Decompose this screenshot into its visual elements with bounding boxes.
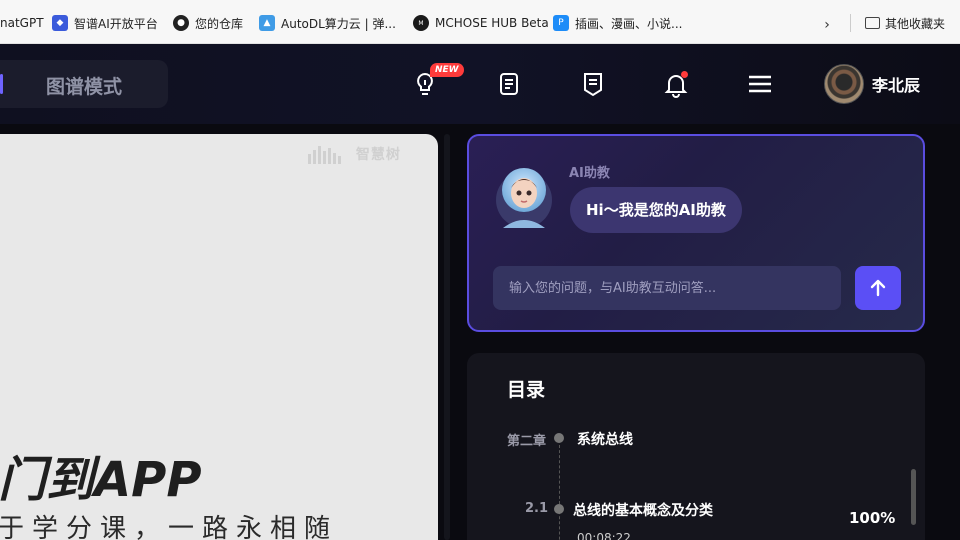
bookmark-shield-icon[interactable]	[578, 69, 608, 99]
watermark: 智慧树	[308, 144, 401, 164]
zhipu-icon: ◆	[52, 15, 68, 31]
bookmark-autodl[interactable]: ▲ AutoDL算力云 | 弹...	[259, 13, 396, 33]
mchose-icon: M	[413, 15, 429, 31]
graph-mode-tab[interactable]: 图谱模式	[0, 60, 168, 108]
tab-indicator	[0, 74, 3, 94]
user-name[interactable]: 李北辰	[872, 72, 920, 96]
timeline-line	[559, 445, 560, 540]
slide-title: 门到APP	[0, 452, 202, 508]
bookmarks-bar: natGPT ◆ 智谱AI开放平台 ● 您的仓库 ▲ AutoDL算力云 | 弹…	[0, 0, 960, 44]
autodl-icon: ▲	[259, 15, 275, 31]
ai-question-input[interactable]	[493, 266, 841, 310]
chapter-dot	[554, 433, 564, 443]
bookmark-mchose[interactable]: M MCHOSE HUB Beta	[413, 13, 549, 33]
bookmark-label: 智谱AI开放平台	[74, 16, 158, 31]
chapter-name[interactable]: 系统总线	[577, 429, 633, 449]
bookmark-label: 插画、漫画、小说...	[575, 16, 683, 31]
notes-icon[interactable]	[494, 69, 524, 99]
p-icon: P	[553, 15, 569, 31]
other-bookmarks-folder[interactable]: 其他收藏夹	[865, 13, 945, 33]
video-player[interactable]: 智慧树 门到APP 于学分课，一路永相随	[0, 134, 438, 540]
bookmarks-divider	[850, 14, 851, 32]
chevron-right-icon[interactable]: ›	[816, 14, 838, 36]
ai-assistant-avatar	[496, 168, 552, 228]
new-badge: NEW	[430, 63, 464, 77]
arrow-up-icon	[870, 279, 886, 297]
toc-scrollbar[interactable]	[911, 469, 916, 525]
section-number: 2.1	[525, 501, 549, 516]
bookmark-label: 您的仓库	[195, 16, 244, 31]
folder-icon	[865, 17, 880, 29]
ai-greeting-bubble: Hi～我是您的AI助教	[570, 187, 742, 233]
panel-divider[interactable]	[444, 134, 450, 540]
bookmark-label: MCHOSE HUB Beta	[435, 16, 549, 30]
other-bookmarks-label: 其他收藏夹	[885, 16, 946, 31]
bookmark-chatgpt[interactable]: natGPT	[0, 13, 44, 33]
chapter-label: 第二章	[507, 434, 547, 449]
section-name[interactable]: 总线的基本概念及分类	[573, 500, 713, 520]
section-duration: 00:08:22	[577, 531, 631, 540]
section-dot	[554, 504, 564, 514]
bookmark-github[interactable]: ● 您的仓库	[173, 13, 243, 33]
bookmark-zhipu[interactable]: ◆ 智谱AI开放平台	[52, 13, 158, 33]
user-avatar[interactable]	[824, 64, 864, 104]
section-progress: 100%	[849, 509, 896, 527]
toc-title: 目录	[507, 379, 546, 401]
graph-mode-label: 图谱模式	[46, 76, 123, 98]
bookmark-illustration[interactable]: P 插画、漫画、小说...	[553, 13, 682, 33]
slide-subtitle: 于学分课，一路永相随	[0, 514, 339, 540]
menu-icon[interactable]	[745, 69, 775, 99]
app-header: 图谱模式	[0, 44, 960, 124]
watermark-text: 智慧树	[355, 147, 401, 163]
soundwave-icon	[308, 146, 341, 164]
ai-assistant-card: AI助教 Hi～我是您的AI助教	[467, 134, 925, 332]
bookmark-label: AutoDL算力云 | 弹...	[281, 16, 396, 31]
bookmark-label: natGPT	[0, 16, 44, 30]
table-of-contents: 目录 第二章 系统总线 2.1 总线的基本概念及分类 100% 00:08:22	[467, 353, 925, 540]
send-button[interactable]	[855, 266, 901, 310]
ai-assistant-name: AI助教	[569, 166, 610, 181]
github-icon: ●	[173, 15, 189, 31]
notification-dot	[681, 71, 688, 78]
